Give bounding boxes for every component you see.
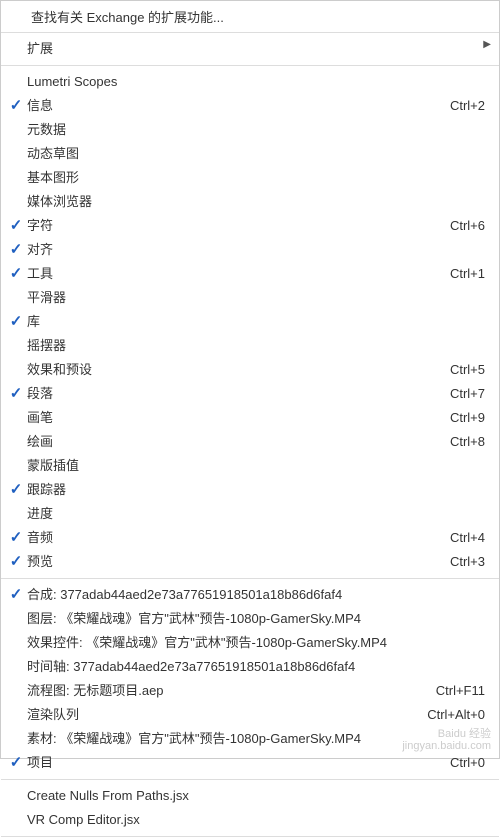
menu-item-shortcut: Ctrl+Alt+0	[427, 706, 491, 724]
menu-item-project[interactable]: ✓项目Ctrl+0	[1, 751, 499, 775]
panels-section: Lumetri Scopes✓信息Ctrl+2元数据动态草图基本图形媒体浏览器✓…	[1, 66, 499, 579]
checkmark-icon: ✓	[5, 385, 27, 403]
menu-item-label: 流程图: 无标题项目.aep	[27, 682, 436, 700]
menu-item-label: 段落	[27, 385, 450, 403]
menu-item-label: Create Nulls From Paths.jsx	[27, 787, 485, 805]
menu-item-label: 蒙版插值	[27, 457, 485, 475]
find-extensions-menu[interactable]: 查找有关 Exchange 的扩展功能...	[1, 1, 499, 33]
menu-item-render-queue[interactable]: 渲染队列Ctrl+Alt+0	[1, 703, 499, 727]
checkmark-icon: ✓	[5, 529, 27, 547]
watermark-line2: jingyan.baidu.com	[402, 740, 491, 752]
menu-item-label: 信息	[27, 97, 450, 115]
menu-item-label: 工具	[27, 265, 450, 283]
menu-item-label: 库	[27, 313, 485, 331]
menu-item-label: 合成: 377adab44aed2e73a77651918501a18b86d6…	[27, 586, 485, 604]
menu-item-audio[interactable]: ✓音频Ctrl+4	[1, 526, 499, 550]
menu-item-shortcut: Ctrl+3	[450, 553, 491, 571]
menu-item-paint[interactable]: 绘画Ctrl+8	[1, 430, 499, 454]
find-extensions-label: 查找有关 Exchange 的扩展功能...	[31, 10, 224, 25]
menu-item-shortcut: Ctrl+5	[450, 361, 491, 379]
menu-item-shortcut: Ctrl+1	[450, 265, 491, 283]
menu-item-metadata[interactable]: 元数据	[1, 118, 499, 142]
menu-item-vr-comp-editor[interactable]: VR Comp Editor.jsx	[1, 808, 499, 832]
menu-item-essential-graphics[interactable]: 基本图形	[1, 166, 499, 190]
menu-item-align[interactable]: ✓对齐	[1, 238, 499, 262]
menu-item-effects-presets[interactable]: 效果和预设Ctrl+5	[1, 358, 499, 382]
menu-item-label: 预览	[27, 553, 450, 571]
menu-item-label: 跟踪器	[27, 481, 485, 499]
menu-item-info[interactable]: ✓信息Ctrl+2	[1, 94, 499, 118]
menu-item-tracker[interactable]: ✓跟踪器	[1, 478, 499, 502]
checkmark-icon: ✓	[5, 241, 27, 259]
menu-item-flowchart[interactable]: 流程图: 无标题项目.aepCtrl+F11	[1, 679, 499, 703]
menu-item-tools[interactable]: ✓工具Ctrl+1	[1, 262, 499, 286]
menu-item-timeline[interactable]: 时间轴: 377adab44aed2e73a77651918501a18b86d…	[1, 655, 499, 679]
menu-item-smoother[interactable]: 平滑器	[1, 286, 499, 310]
menu-item-preview[interactable]: ✓预览Ctrl+3	[1, 550, 499, 574]
menu-item-shortcut: Ctrl+6	[450, 217, 491, 235]
menu-item-label: 对齐	[27, 241, 485, 259]
menu-item-shortcut: Ctrl+4	[450, 529, 491, 547]
menu-item-label: 媒体浏览器	[27, 193, 485, 211]
extensions-menu[interactable]: 扩展	[1, 37, 499, 61]
menu-item-label: 绘画	[27, 433, 450, 451]
menu-item-shortcut: Ctrl+7	[450, 385, 491, 403]
menu-item-label: 项目	[27, 754, 450, 772]
extensions-label: 扩展	[27, 40, 491, 58]
menu-item-wiggler[interactable]: 摇摆器	[1, 334, 499, 358]
menu-item-create-nulls[interactable]: Create Nulls From Paths.jsx	[1, 784, 499, 808]
menu-item-character[interactable]: ✓字符Ctrl+6	[1, 214, 499, 238]
menu-item-mask-interpolation[interactable]: 蒙版插值	[1, 454, 499, 478]
menu-item-shortcut: Ctrl+9	[450, 409, 491, 427]
menu-item-label: 画笔	[27, 409, 450, 427]
checkmark-icon: ✓	[5, 754, 27, 772]
menu-item-label: 进度	[27, 505, 485, 523]
menu-item-shortcut: Ctrl+2	[450, 97, 491, 115]
checkmark-icon: ✓	[5, 217, 27, 235]
menu-item-label: Lumetri Scopes	[27, 73, 485, 91]
menu-item-shortcut: Ctrl+8	[450, 433, 491, 451]
menu-item-label: 渲染队列	[27, 706, 427, 724]
menu-item-libraries[interactable]: ✓库	[1, 310, 499, 334]
menu-item-progress[interactable]: 进度	[1, 502, 499, 526]
menu-item-paragraph[interactable]: ✓段落Ctrl+7	[1, 382, 499, 406]
checkmark-icon: ✓	[5, 481, 27, 499]
menu-item-label: VR Comp Editor.jsx	[27, 811, 485, 829]
menu-item-label: 效果和预设	[27, 361, 450, 379]
checkmark-icon: ✓	[5, 553, 27, 571]
menu-item-brushes[interactable]: 画笔Ctrl+9	[1, 406, 499, 430]
menu-item-layer[interactable]: 图层: 《荣耀战魂》官方"武林"预告-1080p-GamerSky.MP4	[1, 607, 499, 631]
menu-item-label: 图层: 《荣耀战魂》官方"武林"预告-1080p-GamerSky.MP4	[27, 610, 485, 628]
menu-item-label: 平滑器	[27, 289, 485, 307]
menu-item-label: 基本图形	[27, 169, 485, 187]
menu-item-label: 摇摆器	[27, 337, 485, 355]
submenu-arrow-icon: ▶	[483, 39, 491, 50]
menu-item-label: 动态草图	[27, 145, 485, 163]
menu-item-label: 音频	[27, 529, 450, 547]
menu-item-lumetri-scopes[interactable]: Lumetri Scopes	[1, 70, 499, 94]
menu-item-label: 字符	[27, 217, 450, 235]
menu-item-label: 效果控件: 《荣耀战魂》官方"武林"预告-1080p-GamerSky.MP4	[27, 634, 485, 652]
menu-item-shortcut: Ctrl+0	[450, 754, 491, 772]
checkmark-icon: ✓	[5, 586, 27, 604]
scripts-section: Create Nulls From Paths.jsx VR Comp Edito…	[1, 780, 499, 837]
checkmark-icon: ✓	[5, 97, 27, 115]
checkmark-icon: ✓	[5, 265, 27, 283]
menu-item-label: 元数据	[27, 121, 485, 139]
menu-item-motion-sketch[interactable]: 动态草图	[1, 142, 499, 166]
menu-item-shortcut: Ctrl+F11	[436, 682, 491, 700]
checkmark-icon: ✓	[5, 313, 27, 331]
menu-item-label: 时间轴: 377adab44aed2e73a77651918501a18b86d…	[27, 658, 485, 676]
menu-item-composition[interactable]: ✓合成: 377adab44aed2e73a77651918501a18b86d…	[1, 583, 499, 607]
watermark-line1: Baidu 经验	[402, 728, 491, 740]
menu-item-media-browser[interactable]: 媒体浏览器	[1, 190, 499, 214]
watermark: Baidu 经验 jingyan.baidu.com	[402, 728, 491, 752]
menu-item-effect-controls[interactable]: 效果控件: 《荣耀战魂》官方"武林"预告-1080p-GamerSky.MP4	[1, 631, 499, 655]
